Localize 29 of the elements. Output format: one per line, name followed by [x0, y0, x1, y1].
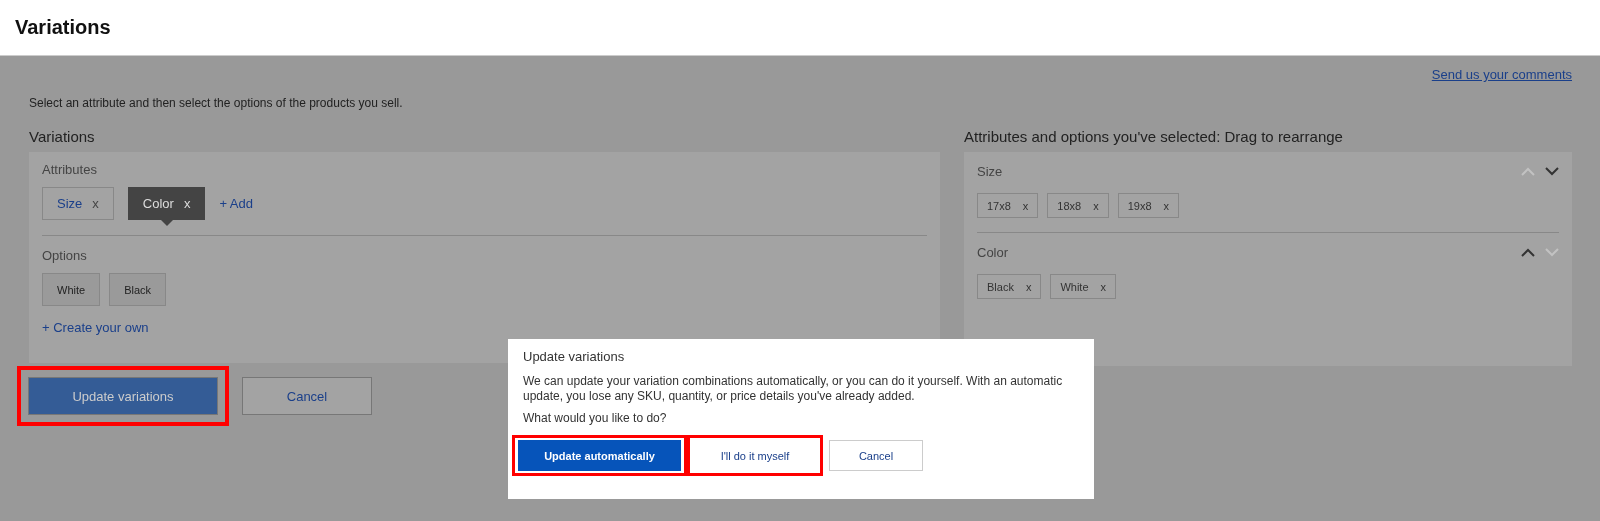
- field-label: Options: [42, 248, 88, 263]
- option-button[interactable]: White: [42, 273, 101, 306]
- value-tag[interactable]: 19x8 x: [1117, 193, 1180, 218]
- value-tag[interactable]: White x: [1050, 274, 1117, 299]
- chevron-down-icon[interactable]: [1545, 167, 1559, 176]
- dialog-button[interactable]: Cancel: [829, 440, 923, 471]
- intro-text: Select an attribute and then select the options of the products you sell.: [29, 95, 404, 110]
- chevron-up-icon[interactable]: [1521, 248, 1535, 257]
- pointer-icon: [159, 219, 174, 226]
- dialog-title: Update variations: [523, 349, 626, 364]
- group-name: Color: [977, 245, 1009, 260]
- attribute-chip[interactable]: Size x: [42, 187, 114, 220]
- field-label: Attributes: [42, 162, 98, 177]
- value-tag[interactable]: 17x8 x: [977, 193, 1039, 218]
- dialog-question: What would you like to do?: [523, 411, 668, 426]
- dialog-button[interactable]: Update automatically: [518, 440, 681, 471]
- page-title: Variations: [15, 16, 111, 39]
- value-tag[interactable]: Black x: [977, 274, 1042, 299]
- action-button[interactable]: Update variations: [28, 377, 218, 415]
- section-heading: Attributes and options you've selected: Drag to rearrange: [964, 128, 1344, 147]
- feedback-link[interactable]: Send us your comments: [1431, 67, 1572, 89]
- action-button[interactable]: Cancel: [242, 377, 372, 415]
- create-link[interactable]: + Create your own: [42, 320, 927, 335]
- value-tag[interactable]: 18x8 x: [1047, 193, 1109, 218]
- option-button[interactable]: Black: [109, 273, 167, 306]
- group-name: Size: [977, 164, 1003, 179]
- dialog-message: We can update your variation combinations automatically, or you can do it yourself. With an automatic update, you lose any SKU, quantity, or price details you've already added.: [523, 374, 1064, 404]
- add-link[interactable]: + Add: [219, 196, 253, 211]
- section-heading: Variations: [29, 128, 96, 147]
